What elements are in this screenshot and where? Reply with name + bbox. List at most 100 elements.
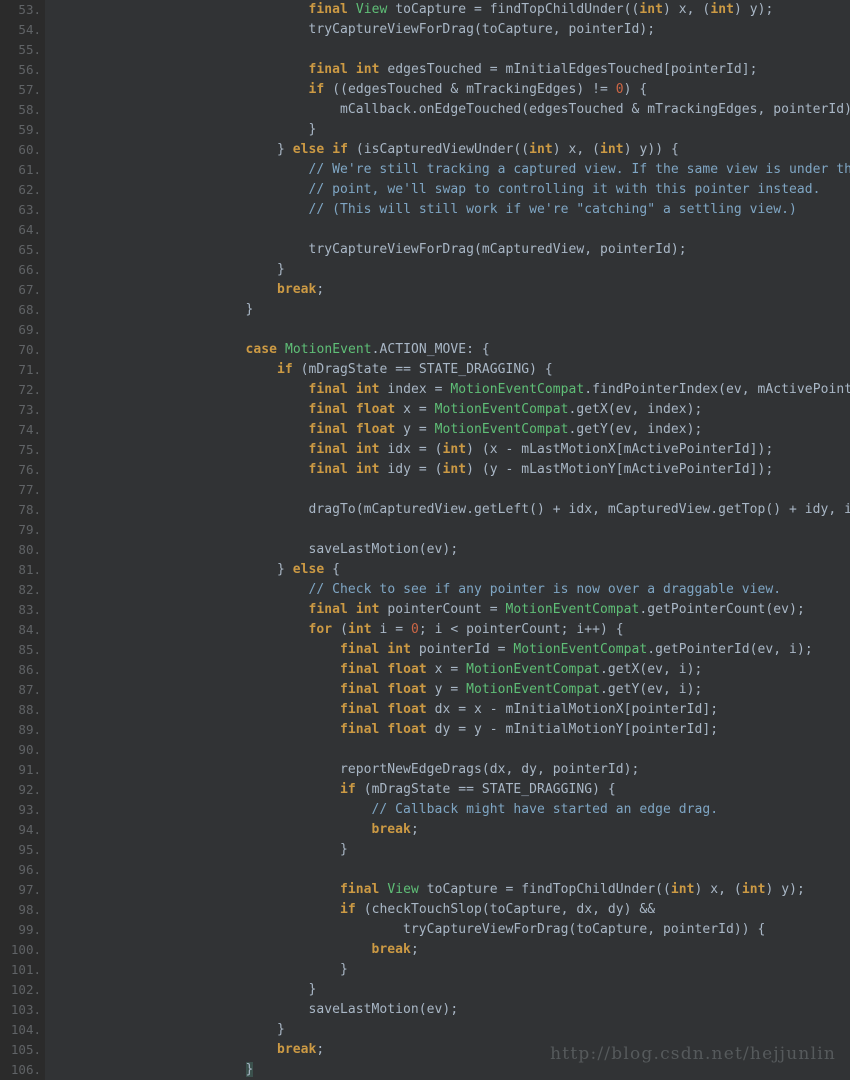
code-token: if (277, 362, 293, 377)
line-number: 100. (0, 940, 45, 960)
code-line[interactable]: 82. // Check to see if any pointer is no… (0, 580, 850, 600)
code-line[interactable]: 54. tryCaptureViewForDrag(toCapture, poi… (0, 20, 850, 40)
code-line[interactable]: 74. final float y = MotionEventCompat.ge… (0, 420, 850, 440)
code-line[interactable]: 76. final int idy = (int) (y - mLastMoti… (0, 460, 850, 480)
code-line[interactable]: 96. (0, 860, 850, 880)
code-line[interactable]: 102. } (0, 980, 850, 1000)
code-line[interactable]: 53. final View toCapture = findTopChildU… (0, 0, 850, 20)
code-line[interactable]: 66. } (0, 260, 850, 280)
code-line[interactable]: 91. reportNewEdgeDrags(dx, dy, pointerId… (0, 760, 850, 780)
line-number: 65. (0, 240, 45, 260)
code-line[interactable]: 104. } (0, 1020, 850, 1040)
code-token: MotionEventCompat (450, 382, 585, 397)
code-line[interactable]: 88. final float dx = x - mInitialMotionX… (0, 700, 850, 720)
code-line[interactable]: 59. } (0, 120, 850, 140)
line-number: 98. (0, 900, 45, 920)
code-line[interactable]: 79. (0, 520, 850, 540)
code-token: edgesTouched = mInitialEdgesTouched[poin… (379, 62, 758, 77)
code-line[interactable]: 84. for (int i = 0; i < pointerCount; i+… (0, 620, 850, 640)
code-token: int (670, 882, 695, 897)
code-line[interactable]: 85. final int pointerId = MotionEventCom… (0, 640, 850, 660)
code-token: ) (x - mLastMotionX[mActivePointerId]); (466, 442, 774, 457)
code-line[interactable]: 99. tryCaptureViewForDrag(toCapture, poi… (0, 920, 850, 940)
code-token: float (355, 402, 396, 417)
code-token: idx = ( (379, 442, 443, 457)
line-number: 81. (0, 560, 45, 580)
line-number: 105. (0, 1040, 45, 1060)
code-token: // point, we'll swap to controlling it w… (308, 182, 821, 197)
code-line[interactable]: 87. final float y = MotionEventCompat.ge… (0, 680, 850, 700)
code-token: MotionEventCompat (466, 662, 601, 677)
code-line[interactable]: 69. (0, 320, 850, 340)
code-line[interactable]: 77. (0, 480, 850, 500)
code-token: i = (371, 622, 411, 637)
code-content[interactable]: 53. final View toCapture = findTopChildU… (0, 0, 850, 1080)
code-line[interactable]: 89. final float dy = y - mInitialMotionY… (0, 720, 850, 740)
code-token: ; (410, 942, 419, 957)
line-number: 61. (0, 160, 45, 180)
code-line[interactable]: 101. } (0, 960, 850, 980)
code-token: ) { (623, 82, 648, 97)
code-token: int (387, 642, 411, 657)
code-token: // Check to see if any pointer is now ov… (308, 582, 782, 597)
line-number: 60. (0, 140, 45, 160)
code-token: int (710, 2, 734, 17)
code-line[interactable]: 80. saveLastMotion(ev); (0, 540, 850, 560)
line-number: 68. (0, 300, 45, 320)
code-line[interactable]: 56. final int edgesTouched = mInitialEdg… (0, 60, 850, 80)
code-line-text: final float x = MotionEventCompat.getX(e… (45, 660, 850, 680)
code-line[interactable]: 71. if (mDragState == STATE_DRAGGING) { (0, 360, 850, 380)
code-line[interactable]: 61. // We're still tracking a captured v… (0, 160, 850, 180)
code-line[interactable]: 62. // point, we'll swap to controlling … (0, 180, 850, 200)
code-line[interactable]: 57. if ((edgesTouched & mTrackingEdges) … (0, 80, 850, 100)
code-line[interactable]: 86. final float x = MotionEventCompat.ge… (0, 660, 850, 680)
code-line[interactable]: 81. } else { (0, 560, 850, 580)
code-line[interactable]: 100. break; (0, 940, 850, 960)
code-token: ; i < pointerCount; i++) { (418, 622, 624, 637)
code-line[interactable]: 78. dragTo(mCapturedView.getLeft() + idx… (0, 500, 850, 520)
code-line[interactable]: 58. mCallback.onEdgeTouched(edgesTouched… (0, 100, 850, 120)
code-line[interactable]: 92. if (mDragState == STATE_DRAGGING) { (0, 780, 850, 800)
line-number: 87. (0, 680, 45, 700)
code-token: ) x, ( (694, 882, 742, 897)
code-token: final (340, 702, 380, 717)
code-token: float (387, 682, 427, 697)
code-line[interactable]: 68. } (0, 300, 850, 320)
code-line[interactable]: 65. tryCaptureViewForDrag(mCapturedView,… (0, 240, 850, 260)
code-token: ((edgesTouched & mTrackingEdges) != (324, 82, 616, 97)
line-number: 54. (0, 20, 45, 40)
code-line[interactable]: 55. (0, 40, 850, 60)
code-token: break (371, 942, 411, 957)
code-line[interactable]: 75. final int idx = (int) (x - mLastMoti… (0, 440, 850, 460)
code-token: int (600, 142, 624, 157)
code-line-text: if (mDragState == STATE_DRAGGING) { (45, 360, 850, 380)
code-line-text: } (45, 120, 850, 140)
code-line[interactable]: 94. break; (0, 820, 850, 840)
code-line[interactable]: 64. (0, 220, 850, 240)
code-line[interactable]: 90. (0, 740, 850, 760)
code-token: final (340, 662, 380, 677)
code-line[interactable]: 70. case MotionEvent.ACTION_MOVE: { (0, 340, 850, 360)
code-line[interactable]: 95. } (0, 840, 850, 860)
code-line[interactable]: 73. final float x = MotionEventCompat.ge… (0, 400, 850, 420)
code-line[interactable]: 67. break; (0, 280, 850, 300)
code-line[interactable]: 72. final int index = MotionEventCompat.… (0, 380, 850, 400)
code-token: MotionEventCompat (513, 642, 648, 657)
code-line[interactable]: 93. // Callback might have started an ed… (0, 800, 850, 820)
code-line[interactable]: 60. } else if (isCapturedViewUnder((int)… (0, 140, 850, 160)
code-line[interactable]: 83. final int pointerCount = MotionEvent… (0, 600, 850, 620)
code-token: final (308, 462, 348, 477)
code-line[interactable]: 97. final View toCapture = findTopChildU… (0, 880, 850, 900)
code-line-text: tryCaptureViewForDrag(toCapture, pointer… (45, 20, 850, 40)
line-number: 67. (0, 280, 45, 300)
code-line-text: } (45, 260, 850, 280)
code-line[interactable]: 98. if (checkTouchSlop(toCapture, dx, dy… (0, 900, 850, 920)
code-line[interactable]: 103. saveLastMotion(ev); (0, 1000, 850, 1020)
code-line[interactable]: 63. // (This will still work if we're "c… (0, 200, 850, 220)
